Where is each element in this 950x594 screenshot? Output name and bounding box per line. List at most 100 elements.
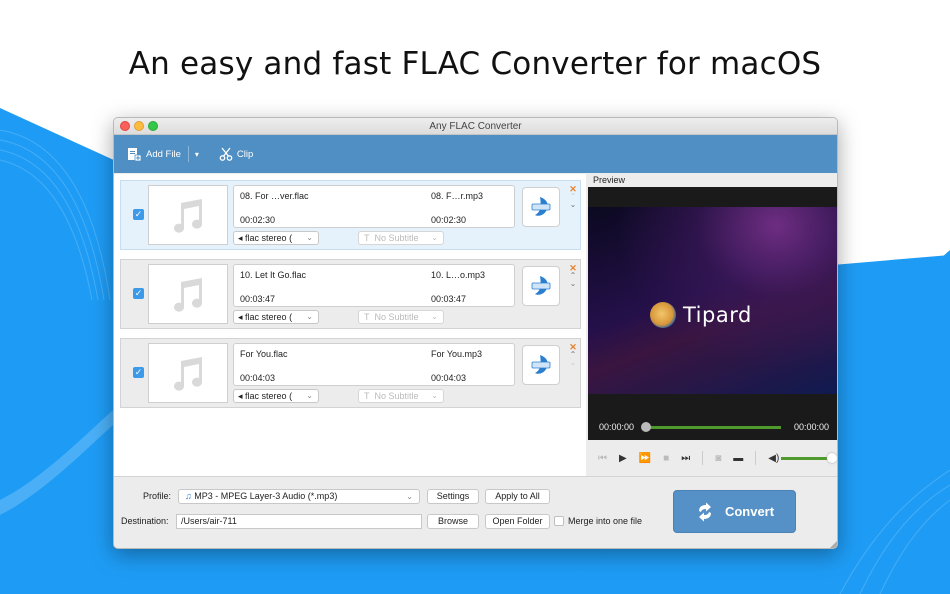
output-file-name[interactable]: For You.mp3	[431, 349, 482, 359]
merge-label: Merge into one file	[568, 516, 643, 526]
settings-button[interactable]: Settings	[427, 489, 479, 504]
output-format-button[interactable]	[522, 345, 560, 385]
move-down-icon[interactable]: ⌄	[568, 201, 578, 209]
file-checkbox[interactable]: ✓	[133, 209, 144, 220]
snapshot-camera-icon[interactable]: ◙	[715, 453, 721, 464]
clip-button[interactable]: Clip	[219, 147, 253, 161]
subtitle-select[interactable]: T No Subtitle ⌄	[358, 389, 444, 403]
preview-image: Tipard	[588, 207, 837, 394]
current-time: 00:00:00	[599, 422, 635, 432]
audio-track-value: flac stereo (	[245, 391, 293, 401]
profile-value: MP3 - MPEG Layer-3 Audio (*.mp3)	[194, 491, 338, 501]
subtitle-value: No Subtitle	[374, 312, 419, 322]
file-checkbox[interactable]: ✓	[133, 288, 144, 299]
output-file-name[interactable]: 10. L…o.mp3	[431, 270, 485, 280]
profile-select[interactable]: ♫ MP3 - MPEG Layer-3 Audio (*.mp3) ⌄	[178, 489, 420, 504]
skip-back-icon[interactable]: ⏮	[598, 453, 607, 464]
audio-track-select[interactable]: ◂ flac stereo ( ⌄	[233, 310, 319, 324]
subtitle-value: No Subtitle	[374, 391, 419, 401]
output-duration: 00:02:30	[431, 215, 467, 225]
input-file-name: For You.flac	[240, 349, 288, 359]
volume-handle[interactable]	[827, 452, 837, 463]
file-checkbox[interactable]: ✓	[133, 367, 144, 378]
music-note-icon	[174, 278, 203, 312]
add-file-button[interactable]: Add File	[127, 147, 181, 162]
output-file-name[interactable]: 08. F…r.mp3	[431, 191, 483, 201]
file-item[interactable]: ✓ 10. Let It Go.flac 00:03:47 10. L…o.mp…	[120, 259, 581, 329]
subtitle-value: No Subtitle	[374, 233, 419, 243]
window-title: Any FLAC Converter	[429, 121, 522, 132]
add-file-dropdown-icon[interactable]: ▾	[195, 150, 199, 159]
bottom-panel: Profile: ♫ MP3 - MPEG Layer-3 Audio (*.m…	[114, 476, 837, 548]
chevron-down-icon: ⌄	[431, 391, 438, 400]
input-duration: 00:03:47	[240, 294, 276, 304]
subtitle-select[interactable]: T No Subtitle ⌄	[358, 310, 444, 324]
item-controls: ✕ ⌃ ⌄	[568, 343, 578, 367]
input-file-name: 08. For …ver.flac	[240, 191, 309, 201]
output-duration: 00:03:47	[431, 294, 467, 304]
chevron-down-icon: ⌄	[431, 312, 438, 321]
apply-to-all-button[interactable]: Apply to All	[485, 489, 550, 504]
controls-divider	[755, 451, 757, 465]
mp3-format-icon	[531, 276, 551, 295]
skip-forward-icon[interactable]: ⏭	[681, 453, 690, 464]
convert-button[interactable]: Convert	[673, 490, 796, 533]
input-duration: 00:04:03	[240, 373, 276, 383]
file-thumbnail	[148, 343, 228, 403]
chevron-down-icon: ⌄	[306, 391, 313, 400]
audio-track-select[interactable]: ◂ flac stereo ( ⌄	[233, 231, 319, 245]
subtitle-select[interactable]: T No Subtitle ⌄	[358, 231, 444, 245]
stop-icon[interactable]: ■	[663, 453, 669, 464]
folder-icon[interactable]: ▬	[733, 453, 743, 464]
convert-label: Convert	[724, 504, 775, 519]
close-window-button[interactable]	[120, 121, 130, 131]
file-item[interactable]: ✓ For You.flac 00:04:03 For You.mp3 00:0…	[120, 338, 581, 408]
seek-bar-area: 00:00:00 00:00:00	[588, 419, 837, 435]
file-list: ✓ 08. For …ver.flac 00:02:30 08. F…r.mp3…	[114, 174, 586, 476]
file-info-box: 10. Let It Go.flac 00:03:47 10. L…o.mp3 …	[233, 264, 515, 307]
file-info-box: For You.flac 00:04:03 For You.mp3 00:04:…	[233, 343, 515, 386]
mp3-icon: ♫	[185, 491, 192, 501]
file-thumbnail	[148, 264, 228, 324]
toolbar-divider	[187, 146, 189, 162]
move-down-icon[interactable]: ⌄	[568, 280, 578, 288]
merge-checkbox[interactable]	[554, 516, 564, 526]
music-note-icon	[174, 357, 203, 391]
speaker-icon: ◂	[238, 391, 243, 401]
audio-track-select[interactable]: ◂ flac stereo ( ⌄	[233, 389, 319, 403]
volume-slider[interactable]	[781, 452, 837, 463]
item-controls: ✕ ⌃ ⌄	[568, 264, 578, 288]
destination-input[interactable]: /Users/air-711	[176, 514, 422, 529]
input-file-name: 10. Let It Go.flac	[240, 270, 307, 280]
play-icon[interactable]: ▶	[619, 453, 627, 464]
open-folder-button[interactable]: Open Folder	[485, 514, 550, 529]
speaker-icon: ◂	[238, 233, 243, 243]
controls-divider	[702, 451, 704, 465]
output-duration: 00:04:03	[431, 373, 467, 383]
input-duration: 00:02:30	[240, 215, 276, 225]
minimize-window-button[interactable]	[134, 121, 144, 131]
output-format-button[interactable]	[522, 187, 560, 227]
seek-handle[interactable]	[641, 422, 651, 432]
mp3-format-icon	[531, 355, 551, 374]
playback-controls: ⏮ ▶ ⏩ ■ ⏭ ◙ ▬ ◀)	[588, 440, 837, 476]
browse-button[interactable]: Browse	[427, 514, 479, 529]
convert-refresh-icon	[698, 502, 711, 521]
subtitle-icon: T	[364, 312, 370, 322]
audio-track-value: flac stereo (	[245, 312, 293, 322]
merge-option[interactable]: Merge into one file	[554, 516, 642, 526]
move-down-icon[interactable]: ⌄	[568, 359, 578, 367]
main-area: ✓ 08. For …ver.flac 00:02:30 08. F…r.mp3…	[114, 174, 837, 476]
volume-icon[interactable]: ◀)	[768, 453, 779, 464]
scissors-icon	[219, 147, 233, 161]
resize-grip[interactable]	[830, 541, 837, 548]
app-window: Any FLAC Converter Add File ▾ Clip ✓ 08.…	[113, 117, 838, 549]
fast-forward-icon[interactable]: ⏩	[639, 453, 651, 464]
video-preview[interactable]: Tipard 00:00:00 00:00:00	[588, 187, 837, 440]
output-format-button[interactable]	[522, 266, 560, 306]
file-thumbnail	[148, 185, 228, 245]
add-file-icon	[128, 147, 142, 161]
file-item[interactable]: ✓ 08. For …ver.flac 00:02:30 08. F…r.mp3…	[120, 180, 581, 250]
maximize-window-button[interactable]	[148, 121, 158, 131]
seek-track[interactable]	[645, 426, 781, 429]
